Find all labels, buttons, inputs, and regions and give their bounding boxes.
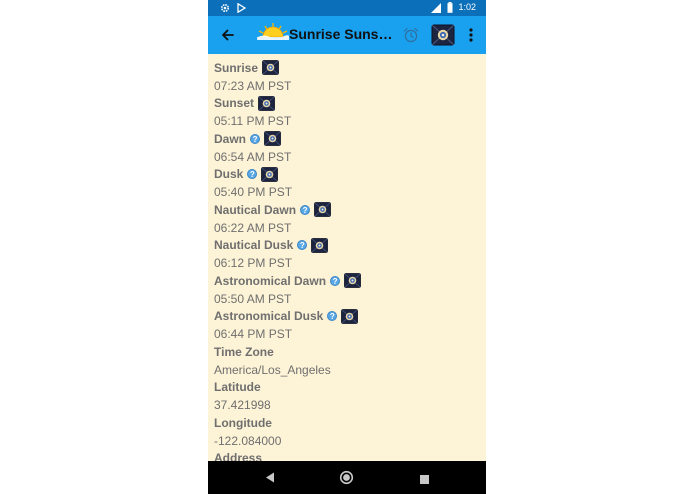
- detail-value: 06:44 PM PST: [214, 327, 293, 342]
- detail-value: 06:22 AM PST: [214, 220, 292, 235]
- detail-label-row: Nautical Dawn?: [214, 201, 486, 219]
- detail-value: 05:50 AM PST: [214, 291, 292, 306]
- detail-label: Latitude: [214, 380, 261, 395]
- details-list: Sunrise 07:23 AM PST Sunset 05:11 PM PST Daw…: [208, 54, 486, 461]
- settings-icon: [220, 2, 230, 13]
- app-title: Sunrise Sunset Times: [289, 26, 399, 42]
- detail-label-row: Longitude: [214, 414, 486, 432]
- system-nav-bar: [208, 461, 486, 494]
- detail-label-row: Sunrise: [214, 59, 486, 77]
- details-scroll-view[interactable]: Sunrise 07:23 AM PST Sunset 05:11 PM PST Daw…: [208, 54, 486, 461]
- night-sky-icon[interactable]: [314, 202, 331, 218]
- detail-value: America/Los_Angeles: [214, 362, 331, 377]
- nav-back-icon[interactable]: [264, 471, 276, 484]
- detail-label: Astronomical Dawn: [214, 273, 327, 288]
- help-icon[interactable]: ?: [297, 240, 308, 251]
- more-vert-icon[interactable]: [466, 26, 476, 44]
- detail-label-row: Latitude: [214, 379, 486, 397]
- night-sky-icon[interactable]: [258, 95, 275, 111]
- sunrise-logo-icon: [256, 21, 290, 43]
- detail-value: 05:40 PM PST: [214, 185, 293, 200]
- detail-value: 07:23 AM PST: [214, 78, 292, 93]
- battery-icon: [446, 2, 453, 13]
- detail-value: -122.084000: [214, 433, 282, 448]
- night-sky-icon[interactable]: [311, 237, 329, 253]
- night-sky-icon[interactable]: [261, 166, 279, 182]
- detail-label-row: Dusk?: [214, 166, 486, 184]
- detail-label: Time Zone: [214, 344, 274, 359]
- detail-label-row: Time Zone: [214, 343, 486, 361]
- play-store-icon: [236, 2, 246, 13]
- detail-label-row: Dawn?: [214, 130, 486, 148]
- status-time: 1:02: [458, 2, 476, 12]
- detail-label-row: Astronomical Dusk?: [214, 308, 486, 326]
- signal-icon: [428, 2, 442, 13]
- detail-label-row: Nautical Dusk?: [214, 237, 486, 255]
- detail-label: Longitude: [214, 415, 272, 430]
- detail-label: Sunset: [214, 96, 255, 111]
- detail-label: Sunrise: [214, 60, 259, 75]
- detail-label-row: Astronomical Dawn?: [214, 272, 486, 290]
- phone-screen: 1:02 Sunrise Sunset Times: [208, 0, 486, 494]
- help-icon[interactable]: ?: [327, 311, 338, 322]
- nav-recents-icon[interactable]: [419, 472, 430, 484]
- detail-label: Nautical Dusk: [214, 238, 294, 253]
- app-bar: Sunrise Sunset Times: [208, 16, 486, 54]
- detail-label-row: Sunset: [214, 95, 486, 113]
- detail-label: Dusk: [214, 167, 244, 182]
- night-sky-icon[interactable]: [264, 131, 281, 147]
- status-left: [220, 2, 246, 13]
- detail-label-row: Address: [214, 450, 486, 461]
- detail-label: Astronomical Dusk: [214, 309, 324, 324]
- back-arrow-icon[interactable]: [218, 25, 238, 45]
- help-icon[interactable]: ?: [330, 275, 341, 286]
- detail-label: Dawn: [214, 131, 247, 146]
- detail-value: 37.421998: [214, 398, 271, 413]
- night-sky-icon[interactable]: [341, 308, 359, 324]
- night-sky-icon[interactable]: [262, 60, 279, 76]
- night-sky-icon[interactable]: [431, 24, 455, 46]
- detail-value: 06:12 PM PST: [214, 256, 293, 271]
- detail-value: 05:11 PM PST: [214, 114, 292, 129]
- detail-label: Address: [214, 451, 263, 461]
- help-icon[interactable]: ?: [300, 204, 311, 215]
- detail-value: 06:54 AM PST: [214, 149, 292, 164]
- nav-home-icon[interactable]: [339, 470, 354, 485]
- status-bar: 1:02: [208, 0, 486, 16]
- help-icon[interactable]: ?: [247, 169, 258, 180]
- help-icon[interactable]: ?: [250, 133, 261, 144]
- night-sky-icon[interactable]: [344, 273, 361, 289]
- status-right: 1:02: [428, 2, 476, 13]
- detail-label: Nautical Dawn: [214, 202, 297, 217]
- alarm-icon[interactable]: [402, 26, 420, 44]
